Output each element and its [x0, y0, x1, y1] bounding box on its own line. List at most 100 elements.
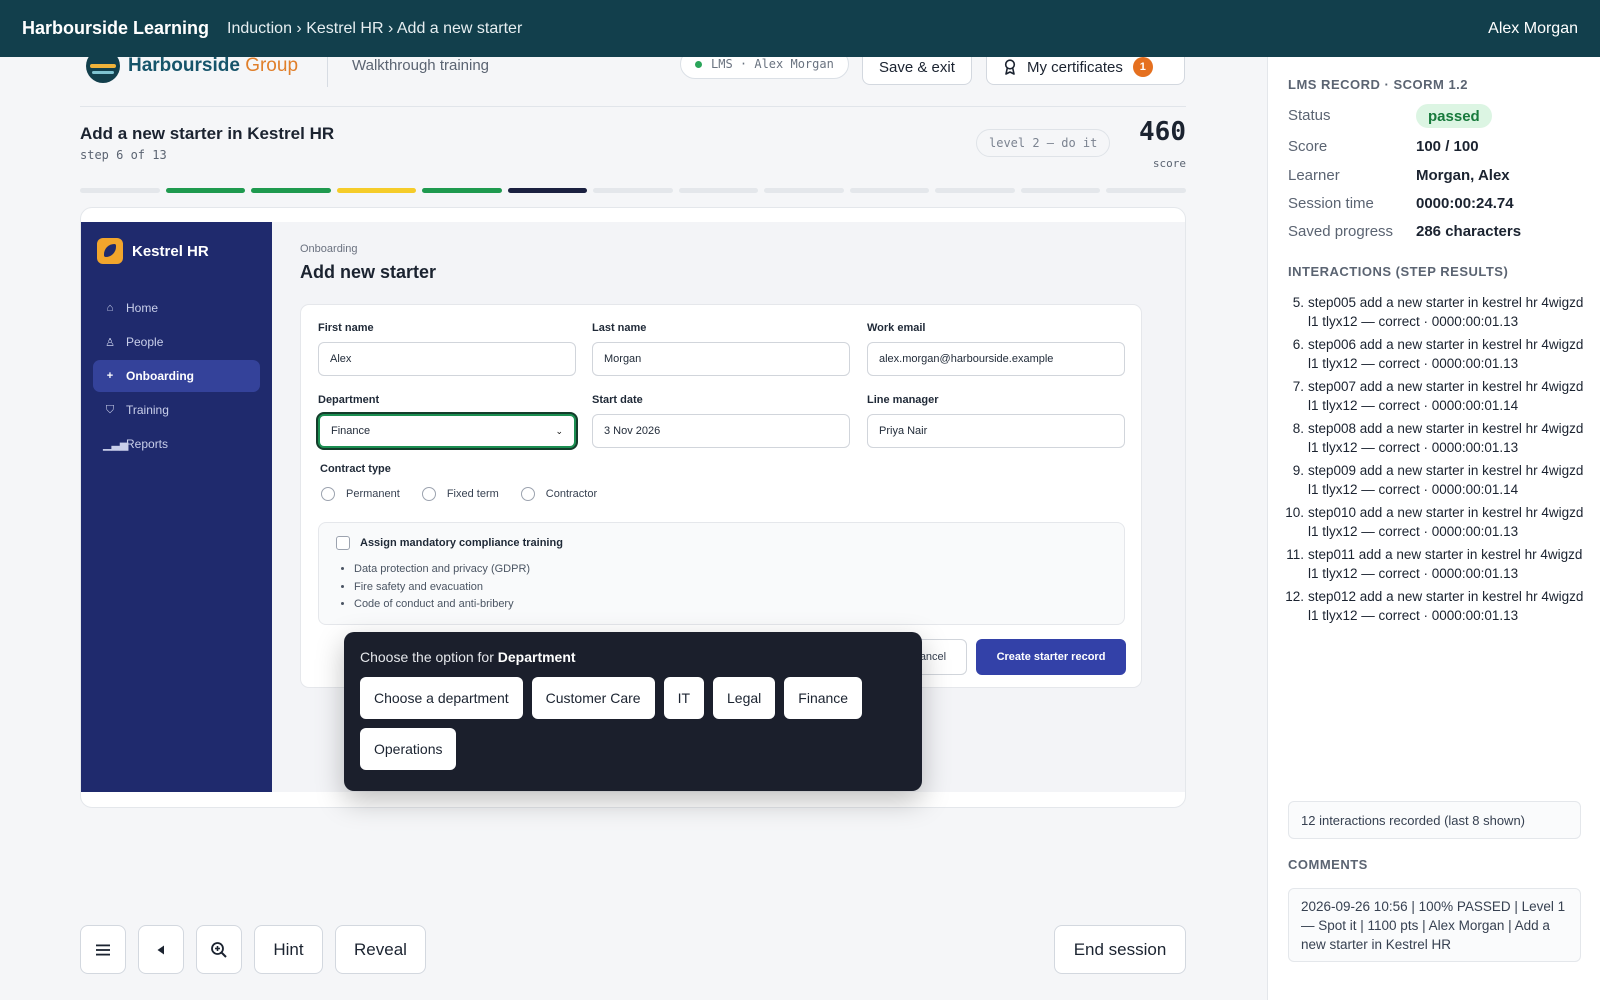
contract-fixed-term-radio[interactable]: Fixed term	[421, 487, 499, 501]
level-pill: level 2 — do it	[976, 129, 1111, 157]
breadcrumb: Induction › Kestrel HR › Add a new start…	[227, 19, 523, 37]
progress-segment-empty	[1106, 188, 1186, 193]
progress-segment-empty	[678, 188, 759, 193]
interaction-item: 8. step008 add a new starter in kestrel h…	[1288, 419, 1588, 457]
interaction-item: 6. step006 add a new starter in kestrel h…	[1288, 335, 1588, 373]
score-row-value: 100 / 100	[1416, 138, 1479, 155]
training-item: Code of conduct and anti-bribery	[354, 596, 530, 614]
line-manager-field[interactable]: Priya Nair	[867, 414, 1125, 448]
sidebar-item-label: People	[126, 335, 164, 349]
progress-segment-green	[422, 188, 502, 193]
interactions-list: 5. step005 add a new starter in kestrel h…	[1285, 293, 1588, 629]
interaction-item: 11. step011 add a new starter in kestrel …	[1286, 545, 1588, 583]
option-choose-a-department-button[interactable]: Choose a department	[360, 677, 523, 719]
progress-segment-green	[165, 188, 246, 193]
zoom-icon	[211, 941, 227, 958]
last-name-field[interactable]: Morgan	[592, 342, 850, 376]
interaction-number: 7.	[1292, 379, 1304, 394]
progress-segment-green	[251, 188, 331, 193]
interaction-item: 5. step005 add a new starter in kestrel h…	[1288, 293, 1588, 331]
progress-segment-empty	[80, 188, 160, 193]
first-name-label: First name	[318, 322, 374, 334]
menu-button[interactable]	[80, 925, 126, 974]
training-list: Data protection and privacy (GDPR) Fire …	[344, 561, 530, 614]
department-select[interactable]: Finance ⌄	[318, 414, 576, 448]
sidebar-item-label: Onboarding	[126, 369, 194, 383]
progress-segment-current	[507, 188, 588, 193]
zoom-button[interactable]	[196, 925, 242, 974]
progress-segment-yellow	[336, 188, 417, 193]
interaction-number: 10.	[1285, 505, 1304, 520]
option-operations-button[interactable]: Operations	[360, 728, 457, 770]
sidebar-item-people[interactable]: ♙ People	[93, 326, 260, 358]
assign-training-checkbox[interactable]: Assign mandatory compliance training	[336, 536, 563, 550]
connected-dot-icon	[695, 60, 702, 68]
progress-segment-empty	[764, 188, 844, 193]
radio-circle-icon	[421, 487, 436, 501]
interactions-note: 12 interactions recorded (last 8 shown)	[1288, 801, 1581, 839]
step-counter: step 6 of 13	[80, 148, 167, 162]
end-session-button[interactable]: End session	[1054, 925, 1186, 974]
compliance-training-box: Assign mandatory compliance training Dat…	[318, 522, 1125, 625]
radio-circle-icon	[321, 487, 335, 501]
reveal-button[interactable]: Reveal	[335, 925, 426, 974]
interaction-item: 9. step009 add a new starter in kestrel h…	[1288, 461, 1588, 499]
interaction-item: 7. step007 add a new starter in kestrel h…	[1288, 377, 1588, 415]
option-it-button[interactable]: IT	[663, 677, 705, 719]
lesson-header: Harbourside Group Walkthrough training L…	[80, 49, 1185, 107]
score-value: 460	[1139, 117, 1186, 147]
user-name[interactable]: Alex Morgan	[1488, 20, 1578, 38]
comments-header: COMMENTS	[1288, 857, 1368, 872]
sidebar-item-reports[interactable]: ▁▃▅ Reports	[93, 428, 260, 460]
top-bar: Harbourside Learning Induction › Kestrel…	[0, 0, 1600, 57]
option-customer-care-button[interactable]: Customer Care	[531, 677, 655, 719]
work-email-field[interactable]: alex.morgan@harbourside.example	[867, 342, 1125, 376]
contract-permanent-radio[interactable]: Permanent	[321, 487, 400, 501]
kestrel-sidebar: Kestrel HR ⌂ Home ♙ People + Onboarding ⛉ Train…	[81, 222, 272, 792]
back-icon	[157, 945, 164, 954]
saved-progress-value: 286 characters	[1416, 223, 1522, 240]
plus-icon: +	[106, 370, 114, 382]
app-brand[interactable]: Harbourside Learning	[22, 18, 209, 39]
sidebar-item-label: Training	[126, 403, 169, 417]
interaction-text: step010 add a new starter in kestrel hr …	[1308, 505, 1584, 539]
first-name-field[interactable]: Alex	[318, 342, 576, 376]
interaction-number: 6.	[1292, 337, 1304, 352]
back-button[interactable]	[138, 925, 184, 974]
progress-segment-empty	[849, 188, 930, 193]
header-rule	[80, 106, 1186, 107]
option-legal-button[interactable]: Legal	[713, 677, 776, 719]
lms-connection-label: LMS · Alex Morgan	[711, 57, 834, 71]
option-finance-button[interactable]: Finance	[784, 677, 863, 719]
kestrel-breadcrumb[interactable]: Onboarding	[300, 243, 358, 255]
progress-segment-empty	[935, 188, 1015, 193]
menu-icon	[96, 944, 110, 955]
step-progress-bar	[80, 188, 1186, 193]
progress-segment-empty	[1020, 188, 1101, 193]
contract-type-label: Contract type	[320, 463, 391, 475]
hint-button[interactable]: Hint	[254, 925, 323, 974]
create-starter-button[interactable]: Create starter record	[976, 639, 1126, 675]
training-item: Fire safety and evacuation	[354, 579, 530, 597]
interaction-item: 10. step010 add a new starter in kestrel …	[1285, 503, 1588, 541]
start-date-field[interactable]: 3 Nov 2026	[592, 414, 850, 448]
sidebar-item-home[interactable]: ⌂ Home	[93, 292, 260, 324]
interaction-text: step008 add a new starter in kestrel hr …	[1308, 421, 1584, 455]
sidebar-item-training[interactable]: ⛉ Training	[93, 394, 260, 426]
bar-chart-icon: ▁▃▅	[103, 438, 129, 451]
sidebar-item-onboarding[interactable]: + Onboarding	[93, 360, 260, 392]
saved-progress-label: Saved progress	[1288, 223, 1394, 240]
status-badge: passed	[1416, 104, 1492, 128]
lesson-area: Harbourside Group Walkthrough training L…	[0, 49, 1268, 1000]
person-icon: ♙	[105, 336, 115, 349]
line-manager-label: Line manager	[867, 394, 939, 406]
contract-contractor-radio[interactable]: Contractor	[520, 487, 597, 501]
learner-label: Learner	[1288, 167, 1340, 184]
sidebar-item-label: Reports	[126, 437, 169, 451]
interaction-number: 11.	[1286, 547, 1304, 562]
lms-record-panel: LMS RECORD · SCORM 1.2 Status passed Sco…	[1267, 57, 1600, 1000]
popover-prompt: Choose the option for Department	[360, 649, 576, 665]
popover-options: Choose a department Customer Care IT Legal F…	[360, 677, 906, 770]
start-date-label: Start date	[592, 394, 643, 406]
checkbox-icon	[336, 536, 350, 550]
